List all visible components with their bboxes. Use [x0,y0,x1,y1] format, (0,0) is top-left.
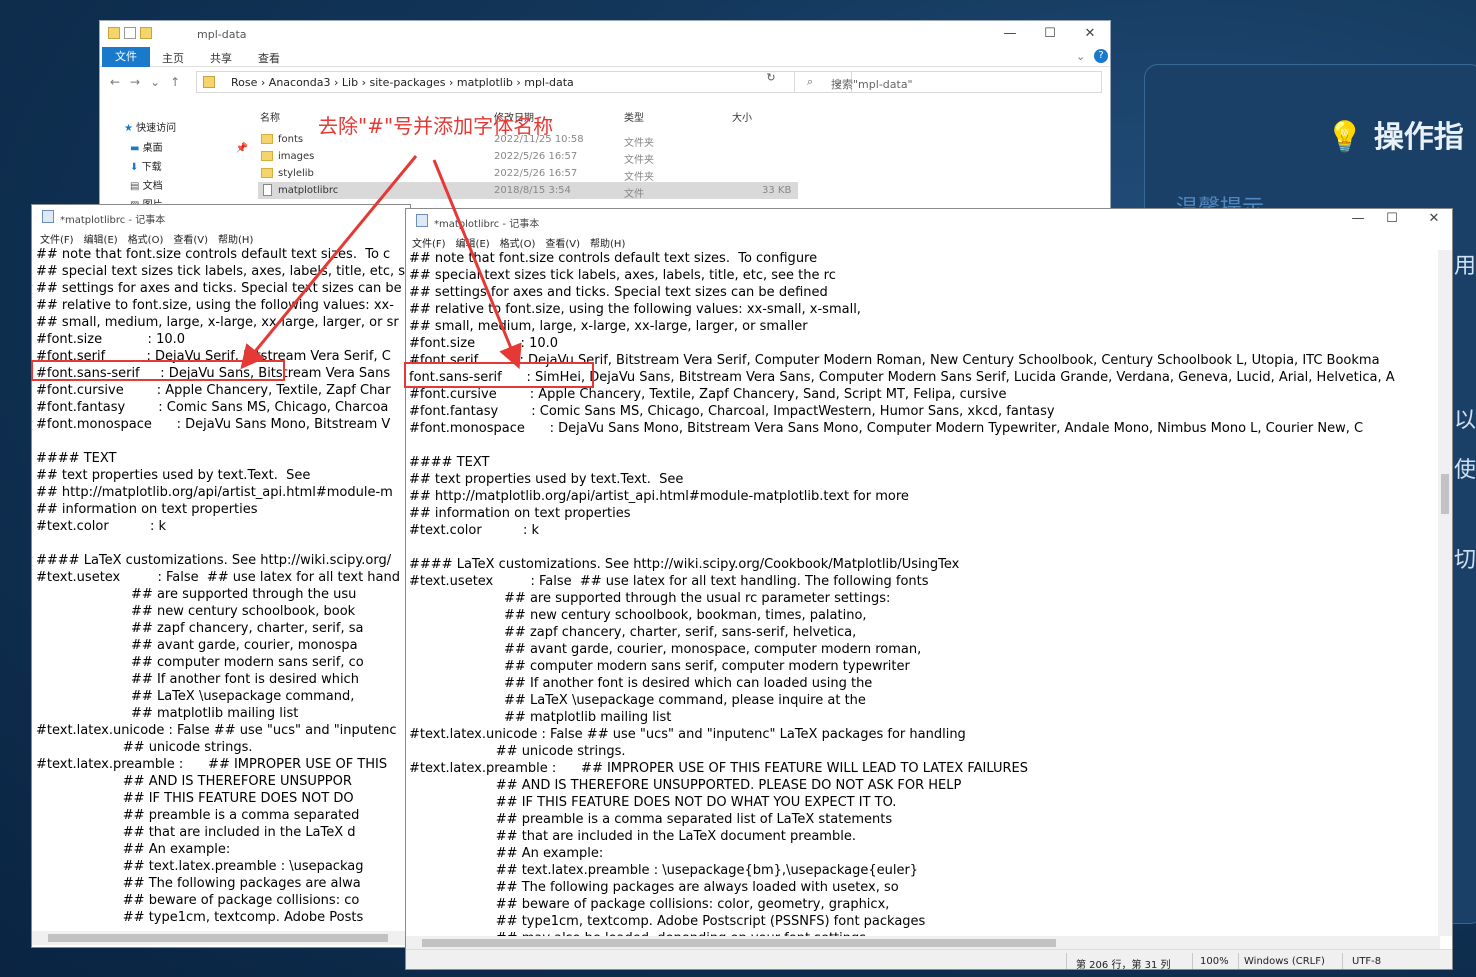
arrow-right [432,159,522,370]
annotation-arrows [240,155,522,370]
arrow-left [240,155,418,370]
